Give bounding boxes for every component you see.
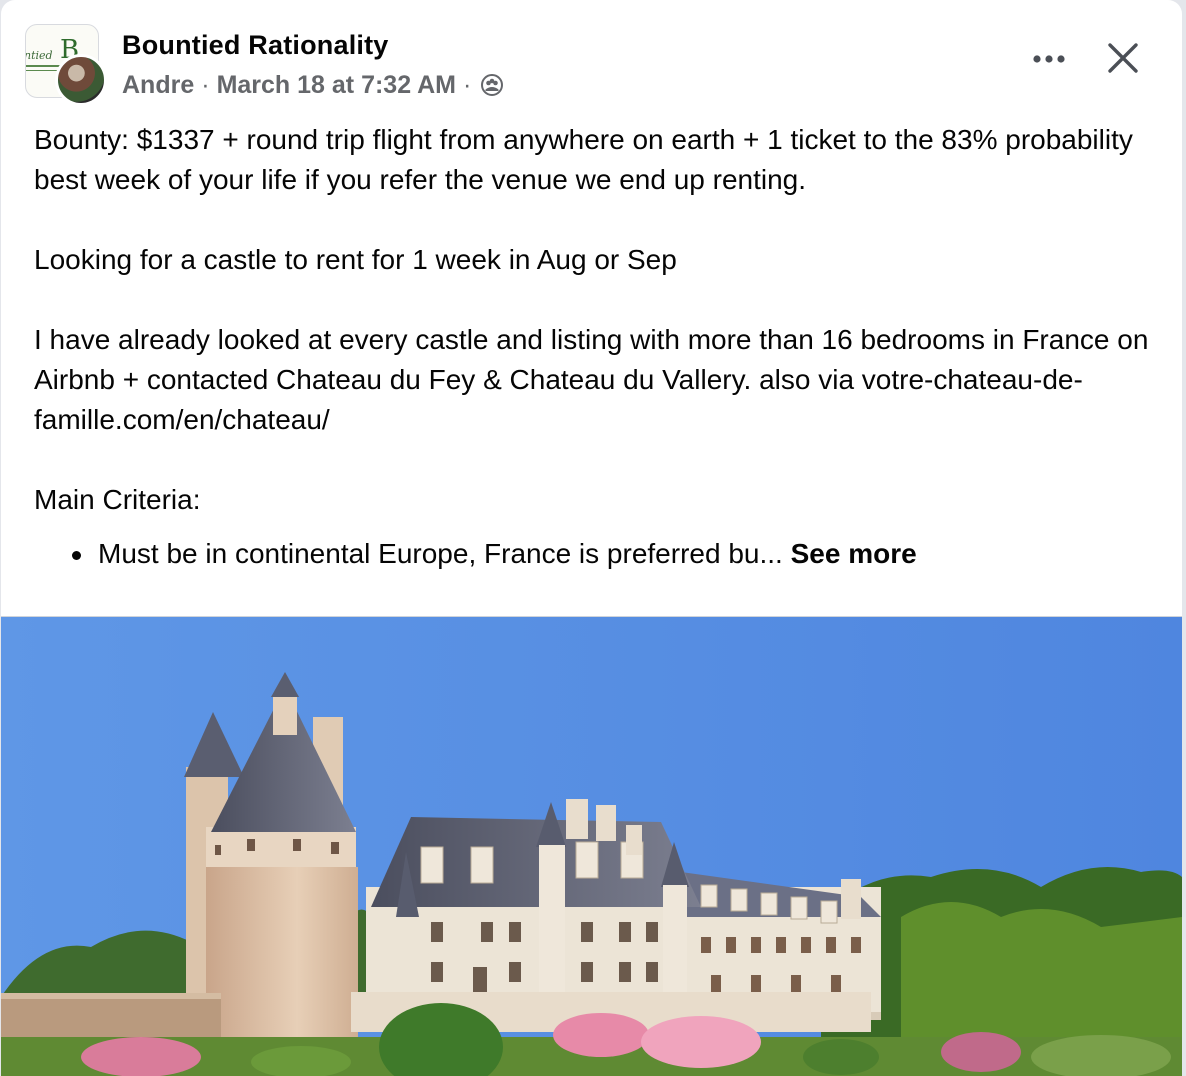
author-avatar[interactable] — [55, 54, 107, 106]
castle-photo — [1, 617, 1182, 1076]
post-paragraph-research: I have already looked at every castle an… — [34, 324, 1149, 435]
post-paragraph-bounty: Bounty: $1337 + round trip flight from a… — [34, 124, 1133, 195]
close-icon — [1107, 42, 1139, 79]
group-members-icon[interactable] — [480, 73, 504, 97]
criteria-heading: Main Criteria: — [34, 484, 201, 515]
list-item: Must be in continental Europe, France is… — [34, 534, 1154, 574]
post-photo[interactable] — [1, 616, 1182, 1076]
more-horizontal-icon — [1032, 51, 1066, 69]
avatar-stack[interactable]: ntied B — [25, 24, 107, 106]
author-name-link[interactable]: Andre — [122, 70, 194, 100]
post-card: ntied B Bountied Rationality Andre · Mar… — [1, 0, 1182, 1076]
see-more-link[interactable]: See more — [791, 538, 917, 569]
group-logo-text: ntied — [25, 49, 53, 62]
post-body: Bounty: $1337 + round trip flight from a… — [34, 120, 1154, 574]
group-name-link[interactable]: Bountied Rationality — [122, 28, 389, 62]
criteria-text: Must be in continental Europe, France is… — [98, 538, 791, 569]
meta-separator: · — [201, 71, 210, 99]
post-meta: Andre · March 18 at 7:32 AM · — [122, 70, 504, 100]
post-header: ntied B Bountied Rationality Andre · Mar… — [1, 0, 1182, 110]
criteria-list: Must be in continental Europe, France is… — [34, 534, 1154, 574]
close-button[interactable] — [1095, 32, 1151, 88]
meta-separator: · — [463, 71, 472, 99]
more-options-button[interactable] — [1017, 36, 1081, 84]
timestamp-link[interactable]: March 18 at 7:32 AM — [217, 70, 456, 100]
post-paragraph-request: Looking for a castle to rent for 1 week … — [34, 244, 677, 275]
